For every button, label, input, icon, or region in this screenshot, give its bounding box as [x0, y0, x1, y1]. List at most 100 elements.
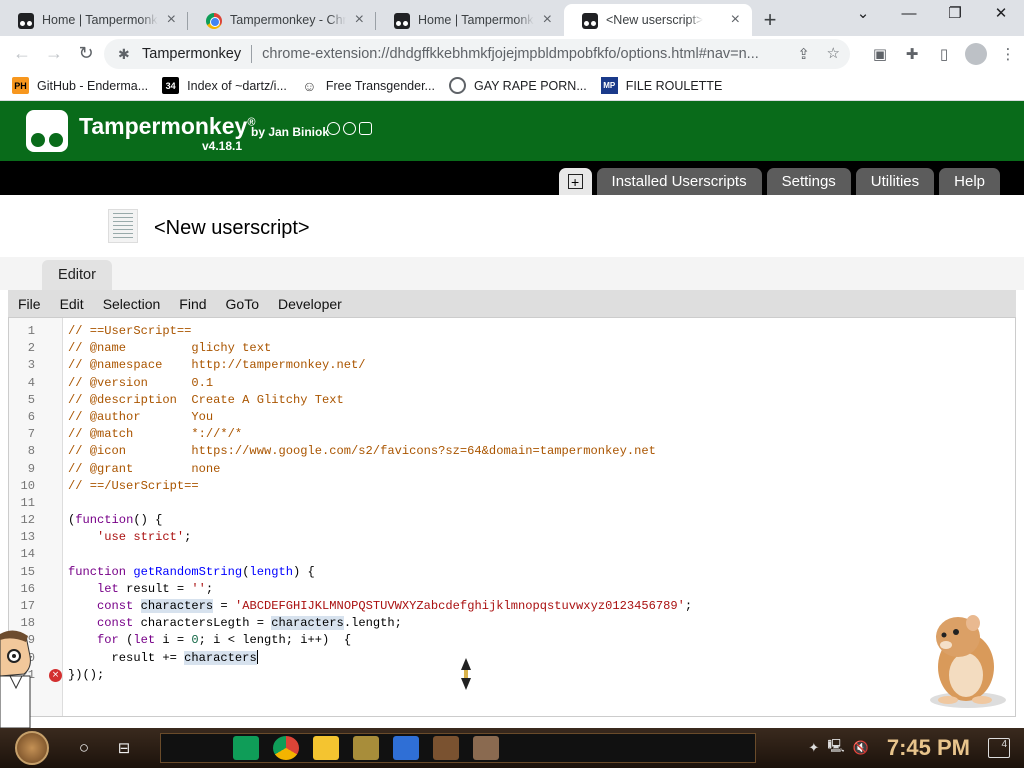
tab-search-icon[interactable]: ⌄	[840, 0, 886, 30]
code-line[interactable]: 21 ×})();	[9, 667, 1015, 684]
menu-file[interactable]: File	[8, 296, 49, 312]
code-line[interactable]: 12 (function() {	[9, 512, 1015, 529]
menu-icon[interactable]: ⋮	[992, 45, 1024, 63]
bookmark-index[interactable]: 34 Index of ~dartz/i...	[162, 77, 287, 94]
bookmark-globe[interactable]: GAY RAPE PORN...	[448, 77, 587, 94]
bookmark-file-roulette[interactable]: MP FILE ROULETTE	[600, 77, 722, 94]
restore-button[interactable]: ❐	[932, 0, 978, 30]
menu-selection[interactable]: Selection	[95, 296, 169, 312]
tray-overflow-icon[interactable]: ✦	[808, 740, 819, 756]
close-tab-icon[interactable]: ×	[731, 11, 740, 29]
code-line[interactable]: 7 // @match *://*/*	[9, 426, 1015, 443]
address-bar[interactable]: ✱ Tampermonkey chrome-extension://dhdgff…	[104, 39, 850, 69]
chrome-app-icon[interactable]	[273, 736, 299, 760]
tab-help[interactable]: Help	[939, 168, 1000, 195]
window-controls: ⌄ — ❐ ✕	[840, 0, 1024, 30]
instagram-icon[interactable]	[359, 122, 372, 135]
code-text: // @author You	[68, 409, 214, 424]
code-text: (function() {	[68, 513, 163, 528]
tab-chrome-web-store[interactable]: Tampermonkey - Chrome Web Store ×	[188, 4, 376, 36]
task-view-icon[interactable]: ⊟	[104, 739, 144, 757]
bookmark-github[interactable]: PH GitHub - Enderma...	[12, 77, 148, 94]
code-line[interactable]: 19 for (let i = 0; i < length; i++) {	[9, 632, 1015, 649]
menu-developer[interactable]: Developer	[270, 296, 350, 312]
code-text: const characters = 'ABCDEFGHIJKLMNOPQSTU…	[97, 599, 693, 613]
tampermonkey-extension-icon[interactable]: ▣	[864, 45, 896, 63]
code-editor[interactable]: 1// ==UserScript== 2// @name glichy text 3…	[8, 317, 1016, 717]
facebook-icon[interactable]	[343, 122, 356, 135]
scroll-cursor-icon	[461, 658, 471, 690]
code-line[interactable]: 10 // ==/UserScript==	[9, 478, 1015, 495]
tab-new-userscript[interactable]: <New userscript> ×	[564, 4, 752, 36]
tab-strip: Home | Tampermonkey × Tampermonkey - Chr…	[0, 0, 1024, 36]
code-line[interactable]: 9 // @grant none	[9, 461, 1015, 478]
forward-icon[interactable]: →	[38, 43, 70, 64]
code-line[interactable]: 14	[9, 546, 1015, 563]
new-script-tab[interactable]: +	[558, 168, 592, 195]
tab-settings[interactable]: Settings	[766, 168, 851, 195]
code-line[interactable]: 20 result += characters	[9, 650, 1015, 667]
reload-icon[interactable]: ↻	[70, 43, 102, 64]
close-tab-icon[interactable]: ×	[355, 11, 364, 29]
close-window-button[interactable]: ✕	[978, 0, 1024, 30]
network-icon[interactable]: 🖳	[827, 737, 844, 759]
start-button[interactable]	[0, 728, 64, 768]
code-lines: 1// ==UserScript== 2// @name glichy text 3…	[9, 323, 1015, 684]
code-line[interactable]: 18 const charactersLegth = characters.le…	[9, 615, 1015, 632]
notifications-icon[interactable]: 4	[988, 738, 1010, 758]
close-tab-icon[interactable]: ×	[543, 11, 552, 29]
code-line[interactable]: 5 // @description Create A Glitchy Text	[9, 392, 1015, 409]
start-orb-icon	[15, 731, 49, 765]
search-circle-icon[interactable]: ○	[64, 738, 104, 758]
menu-edit[interactable]: Edit	[52, 296, 92, 312]
bookmark-star-icon[interactable]: ☆	[827, 44, 840, 62]
code-line[interactable]: 1 // ==UserScript==	[9, 323, 1015, 340]
minimize-button[interactable]: —	[886, 0, 932, 30]
code-line[interactable]: 13 'use strict';	[9, 529, 1015, 546]
bookmark-free[interactable]: ☺ Free Transgender...	[301, 77, 435, 94]
volume-muted-icon[interactable]: 🔇	[853, 740, 869, 756]
url-text[interactable]: chrome-extension://dhdgffkkebhmkfjojejmp…	[262, 46, 782, 62]
menu-find[interactable]: Find	[171, 296, 214, 312]
game-app-icon[interactable]	[353, 736, 379, 760]
back-icon[interactable]: ←	[6, 43, 38, 64]
tab-home-tampermonkey-1[interactable]: Home | Tampermonkey ×	[0, 4, 188, 36]
tampermonkey-nav: + Installed Userscripts Settings Utiliti…	[0, 161, 1024, 195]
code-line[interactable]: 15 function getRandomString(length) {	[9, 564, 1015, 581]
tab-home-tampermonkey-2[interactable]: Home | Tampermonkey ×	[376, 4, 564, 36]
code-line[interactable]: 4 // @version 0.1	[9, 375, 1015, 392]
side-panel-icon[interactable]: ▯	[928, 45, 960, 63]
code-line[interactable]: 2 // @name glichy text	[9, 340, 1015, 357]
add-icon: +	[567, 174, 583, 189]
tab-installed-userscripts[interactable]: Installed Userscripts	[596, 168, 762, 195]
mp-icon: MP	[600, 77, 618, 94]
error-marker-icon[interactable]: ×	[49, 668, 62, 682]
code-line[interactable]: 8 // @icon https://www.google.com/s2/favi…	[9, 443, 1015, 460]
file-explorer-icon[interactable]	[313, 736, 339, 760]
new-tab-button[interactable]: +	[752, 4, 788, 36]
line-number: 3	[27, 358, 35, 373]
line-number: 13	[20, 530, 35, 545]
close-tab-icon[interactable]: ×	[167, 11, 176, 29]
clock[interactable]: 7:45 PM	[887, 735, 970, 761]
hamster-mascot	[930, 615, 1006, 708]
character-app-icon[interactable]	[433, 736, 459, 760]
tab-editor[interactable]: Editor	[42, 260, 112, 290]
blue-app-icon[interactable]	[393, 736, 419, 760]
tampermonkey-logo-icon	[26, 110, 68, 152]
code-line[interactable]: 6 // @author You	[9, 409, 1015, 426]
share-icon[interactable]: ⇪	[797, 45, 810, 63]
tab-utilities[interactable]: Utilities	[855, 168, 935, 195]
profile-avatar[interactable]	[965, 42, 987, 65]
code-line[interactable]: 11	[9, 495, 1015, 512]
menu-goto[interactable]: GoTo	[218, 296, 267, 312]
portrait-app-icon[interactable]	[473, 736, 499, 760]
github-icon[interactable]	[327, 122, 340, 135]
code-line[interactable]: 16 let result = '';	[9, 581, 1015, 598]
extensions-icon[interactable]: ✚	[896, 45, 928, 63]
line-number: 11	[20, 495, 35, 510]
code-line[interactable]: 3 // @namespace http://tampermonkey.net/	[9, 357, 1015, 374]
code-line[interactable]: 17 const characters = 'ABCDEFGHIJKLMNOPQ…	[9, 598, 1015, 615]
script-header: <New userscript>	[0, 195, 1024, 257]
sheets-app-icon[interactable]	[233, 736, 259, 760]
